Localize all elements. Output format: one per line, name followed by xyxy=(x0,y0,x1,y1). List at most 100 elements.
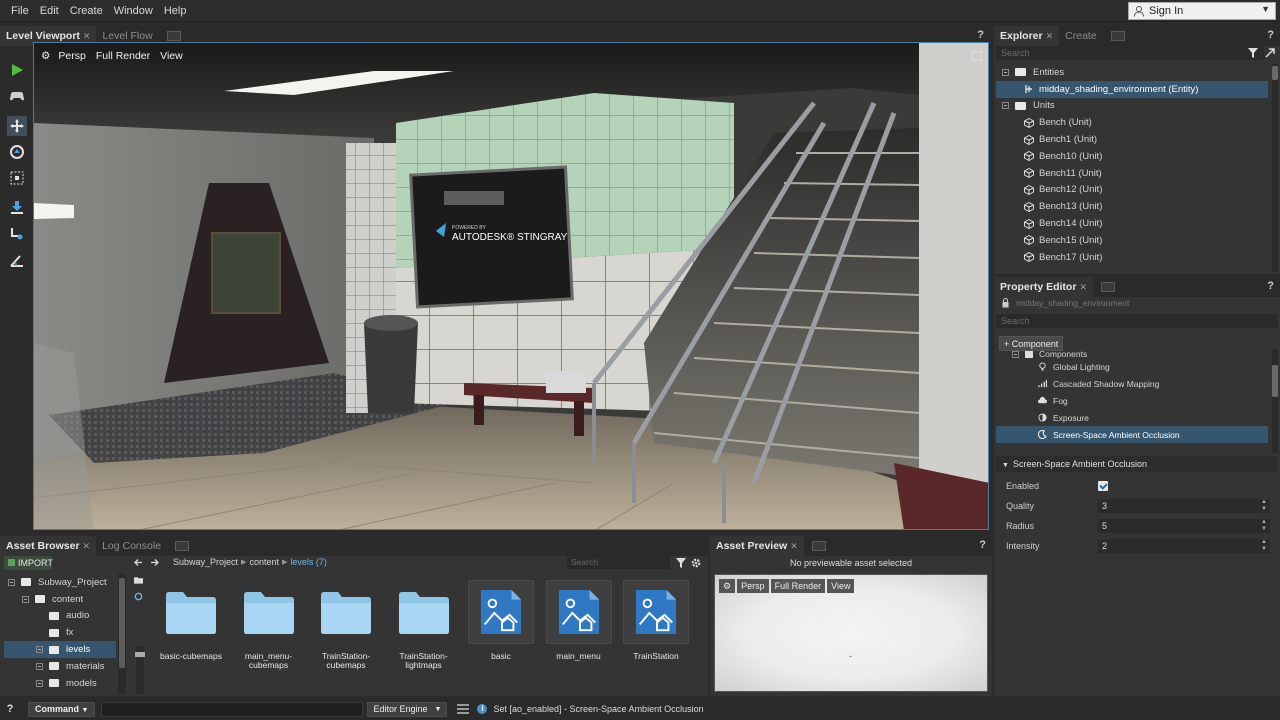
folder-scrollbar[interactable] xyxy=(118,574,126,694)
expand-toggle-icon[interactable] xyxy=(36,679,43,687)
asset-folder-tile[interactable]: main_menu-cubemaps xyxy=(234,580,304,670)
breadcrumb-current[interactable]: levels (7) xyxy=(290,557,327,567)
enabled-checkbox[interactable] xyxy=(1098,481,1108,491)
help-icon[interactable]: ? xyxy=(977,29,984,41)
lock-icon[interactable] xyxy=(1002,298,1009,308)
menu-create[interactable]: Create xyxy=(65,0,108,22)
tab-property-editor[interactable]: Property Editor ✕ xyxy=(994,277,1093,297)
tree-group[interactable]: Entities xyxy=(996,64,1268,81)
expand-toggle-icon[interactable] xyxy=(8,578,15,586)
menu-help[interactable]: Help xyxy=(159,0,192,22)
folder-tree-item[interactable]: Subway_Project xyxy=(4,574,116,591)
spinner-arrows-icon[interactable]: ▲ ▼ xyxy=(1261,499,1267,513)
close-icon[interactable]: ✕ xyxy=(83,31,91,41)
asset-folder-tile[interactable]: basic-cubemaps xyxy=(156,580,226,661)
perspective-button[interactable]: Persp xyxy=(58,50,85,62)
menu-file[interactable]: File xyxy=(6,0,34,22)
tree-item[interactable]: Bench11 (Unit) xyxy=(996,165,1268,182)
component-item[interactable]: Global Lighting xyxy=(996,359,1268,376)
help-icon[interactable]: ? xyxy=(979,539,986,551)
gear-icon[interactable]: ⚙ xyxy=(719,579,736,593)
filter-icon[interactable] xyxy=(676,558,686,568)
component-item[interactable]: Exposure xyxy=(996,409,1268,426)
rotate-icon[interactable] xyxy=(7,142,27,162)
asset-level-tile[interactable]: TrainStation xyxy=(621,580,691,661)
new-tab-button[interactable] xyxy=(811,541,826,551)
property-search-input[interactable]: Search xyxy=(996,314,1278,328)
folder-tree-item[interactable]: fx xyxy=(4,624,116,641)
menu-edit[interactable]: Edit xyxy=(35,0,64,22)
component-item[interactable]: Screen-Space Ambient Occlusion xyxy=(996,426,1268,443)
angle-icon[interactable] xyxy=(7,250,27,270)
pivot-icon[interactable] xyxy=(7,224,27,244)
folder-tree-item[interactable]: levels xyxy=(4,641,116,658)
expand-toggle-icon[interactable] xyxy=(1012,350,1019,358)
close-icon[interactable]: ✕ xyxy=(1079,282,1087,292)
tab-asset-preview[interactable]: Asset Preview ✕ xyxy=(710,536,804,556)
import-button[interactable]: IMPORT xyxy=(4,556,53,570)
preview-render-button[interactable]: Full Render xyxy=(770,579,826,593)
new-tab-button[interactable] xyxy=(1100,282,1115,292)
thumbnail-size-slider[interactable] xyxy=(135,646,145,694)
asset-level-tile[interactable]: main_menu xyxy=(544,580,614,661)
gamepad-icon[interactable] xyxy=(7,86,27,106)
radius-number-field[interactable]: 5 ▲ ▼ xyxy=(1098,519,1270,533)
tab-asset-browser[interactable]: Asset Browser ✕ xyxy=(0,536,97,556)
forward-arrow-icon[interactable] xyxy=(150,558,159,567)
asset-level-tile[interactable]: basic xyxy=(466,580,536,661)
log-list-icon[interactable] xyxy=(457,704,470,714)
new-tab-button[interactable] xyxy=(175,541,190,551)
tree-item[interactable]: Bench14 (Unit) xyxy=(996,215,1268,232)
component-scrollbar[interactable] xyxy=(1272,349,1278,453)
collapse-icon[interactable] xyxy=(1265,48,1275,58)
asset-folder-tile[interactable]: TrainStation-lightmaps xyxy=(389,580,459,670)
expand-toggle-icon[interactable] xyxy=(36,662,43,670)
gear-icon[interactable]: ⚙ xyxy=(41,50,50,62)
back-arrow-icon[interactable] xyxy=(134,558,143,567)
close-icon[interactable]: ✕ xyxy=(790,541,798,551)
folder-tree-item[interactable]: materials xyxy=(4,658,116,675)
explorer-scrollbar[interactable] xyxy=(1272,64,1278,272)
spinner-arrows-icon[interactable]: ▲ ▼ xyxy=(1261,539,1267,553)
play-icon[interactable] xyxy=(7,60,27,80)
view-menu-button[interactable]: View xyxy=(160,50,183,62)
menu-window[interactable]: Window xyxy=(109,0,158,22)
preview-canvas[interactable]: ⚙ Persp Full Render View - xyxy=(714,574,988,692)
components-group[interactable]: Components xyxy=(996,349,1268,359)
intensity-number-field[interactable]: 2 ▲ ▼ xyxy=(1098,539,1270,553)
close-icon[interactable]: ✕ xyxy=(1046,31,1054,41)
tree-item[interactable]: Bench12 (Unit) xyxy=(996,182,1268,199)
tab-create[interactable]: Create xyxy=(1059,26,1103,46)
breadcrumb-mid[interactable]: content xyxy=(249,557,279,567)
close-icon[interactable]: ✕ xyxy=(83,541,91,551)
render-mode-button[interactable]: Full Render xyxy=(96,50,150,62)
engine-select[interactable]: Editor Engine ▼ xyxy=(367,701,448,717)
preview-perspective-button[interactable]: Persp xyxy=(737,579,769,593)
help-icon[interactable]: ? xyxy=(0,703,20,715)
tab-explorer[interactable]: Explorer ✕ xyxy=(994,26,1060,46)
folder-icon[interactable] xyxy=(134,576,143,584)
folder-tree-item[interactable]: audio xyxy=(4,608,116,625)
expand-toggle-icon[interactable] xyxy=(22,595,29,603)
quality-number-field[interactable]: 3 ▲ ▼ xyxy=(1098,499,1270,513)
expand-toggle-icon[interactable] xyxy=(1002,68,1009,76)
maximize-icon[interactable] xyxy=(972,51,982,61)
sign-in-button[interactable]: Sign In ▼ xyxy=(1128,2,1276,20)
tree-item[interactable]: midday_shading_environment (Entity) xyxy=(996,80,1268,98)
command-input[interactable] xyxy=(101,701,364,717)
tree-item[interactable]: Bench1 (Unit) xyxy=(996,131,1268,148)
scale-icon[interactable] xyxy=(7,168,27,188)
breadcrumb-root[interactable]: Subway_Project xyxy=(173,557,238,567)
refresh-icon[interactable] xyxy=(134,592,143,601)
snap-down-icon[interactable] xyxy=(7,198,27,218)
filter-icon[interactable] xyxy=(1248,48,1258,58)
tree-item[interactable]: Bench10 (Unit) xyxy=(996,148,1268,165)
expand-toggle-icon[interactable] xyxy=(1002,102,1009,110)
tree-item[interactable]: Bench13 (Unit) xyxy=(996,198,1268,215)
expand-toggle-icon[interactable] xyxy=(36,646,43,654)
command-dropdown[interactable]: Command ▼ xyxy=(28,701,96,717)
viewport-canvas[interactable]: POWERED BY AUTODESK® STINGRAY ⚙ Persp Fu… xyxy=(33,42,989,530)
help-icon[interactable]: ? xyxy=(1267,29,1274,41)
folder-tree-item[interactable]: content xyxy=(4,591,116,608)
explorer-search-input[interactable]: Search xyxy=(996,46,1264,60)
